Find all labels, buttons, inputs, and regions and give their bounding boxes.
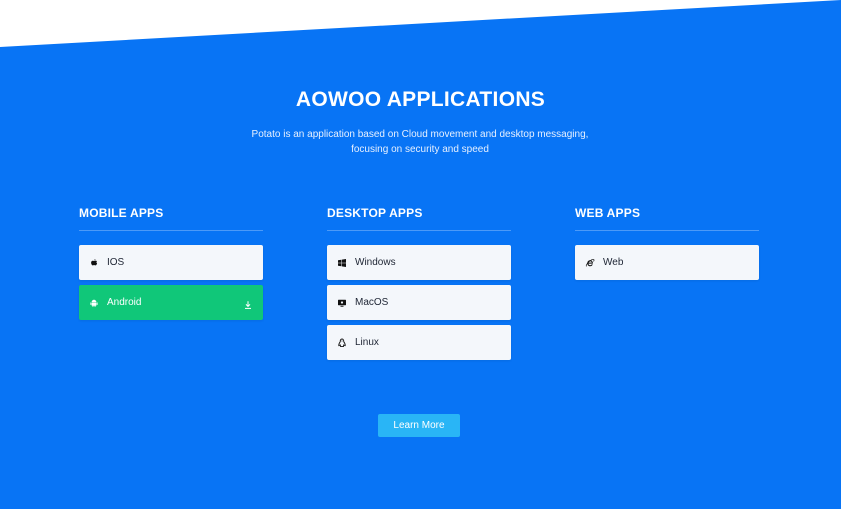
page-subtitle: Potato is an application based on Cloud …: [251, 129, 589, 155]
linux-app-label: Linux: [355, 337, 379, 348]
web-apps-column: WEB APPS Web: [575, 205, 759, 285]
ios-app-card[interactable]: IOS: [79, 245, 263, 280]
mobile-apps-heading: MOBILE APPS: [79, 205, 263, 231]
page-title: AOWOO APPLICATIONS: [295, 88, 546, 111]
mobile-apps-column: MOBILE APPS IOS Android: [79, 205, 263, 325]
android-icon: [89, 298, 99, 308]
mobile-apps-list: IOS Android: [79, 245, 263, 320]
windows-icon: [337, 258, 347, 268]
download-icon[interactable]: [243, 297, 253, 309]
desktop-apps-column: DESKTOP APPS Windows MacOS Linux: [327, 205, 511, 365]
android-app-label: Android: [107, 297, 142, 308]
monitor-icon: [337, 298, 347, 308]
web-app-label: Web: [603, 257, 624, 268]
linux-icon: [337, 338, 347, 348]
internet-explorer-icon: [585, 258, 595, 268]
web-apps-list: Web: [575, 245, 759, 280]
windows-app-card[interactable]: Windows: [327, 245, 511, 280]
linux-app-card[interactable]: Linux: [327, 325, 511, 360]
macos-app-label: MacOS: [355, 297, 389, 308]
macos-app-card[interactable]: MacOS: [327, 285, 511, 320]
android-app-card[interactable]: Android: [79, 285, 263, 320]
desktop-apps-list: Windows MacOS Linux: [327, 245, 511, 360]
web-app-card[interactable]: Web: [575, 245, 759, 280]
desktop-apps-heading: DESKTOP APPS: [327, 205, 511, 231]
ios-app-label: IOS: [107, 257, 125, 268]
windows-app-label: Windows: [355, 257, 396, 268]
learn-more-button[interactable]: Learn More: [378, 414, 460, 437]
top-white-wedge: [0, 0, 841, 47]
web-apps-heading: WEB APPS: [575, 205, 759, 231]
apple-icon: [89, 258, 99, 268]
applications-section: AOWOO APPLICATIONS Potato is an applicat…: [0, 0, 841, 509]
